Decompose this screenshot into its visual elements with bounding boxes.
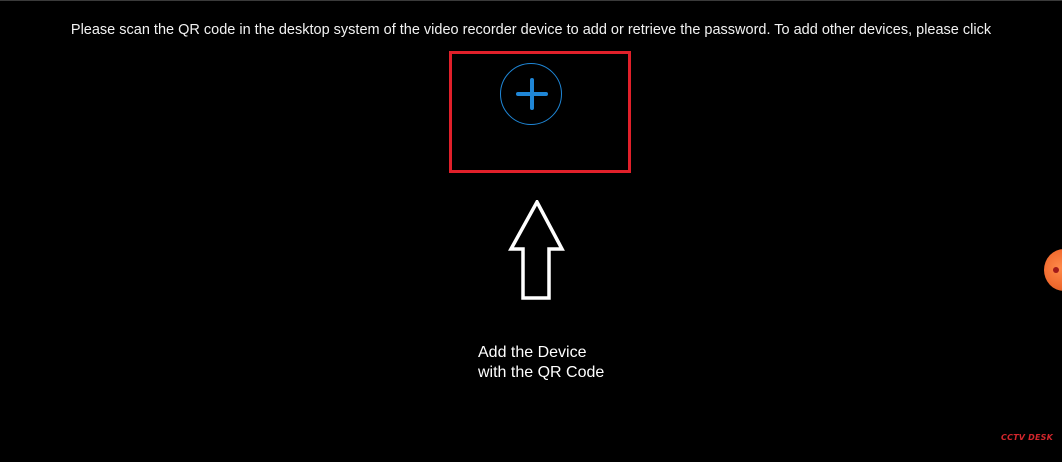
annotation-caption: Add the Device with the QR Code (478, 343, 604, 383)
top-divider (0, 0, 1062, 1)
caption-line-1: Add the Device (478, 344, 587, 361)
up-arrow-icon (508, 200, 565, 300)
floating-assistant-dot (1053, 267, 1059, 273)
caption-line-2: with the QR Code (478, 364, 605, 381)
instruction-text: Please scan the QR code in the desktop s… (70, 22, 992, 38)
add-device-button[interactable] (500, 63, 562, 125)
watermark-logo: CCTV DESK (1001, 433, 1054, 442)
plus-icon (516, 78, 548, 110)
